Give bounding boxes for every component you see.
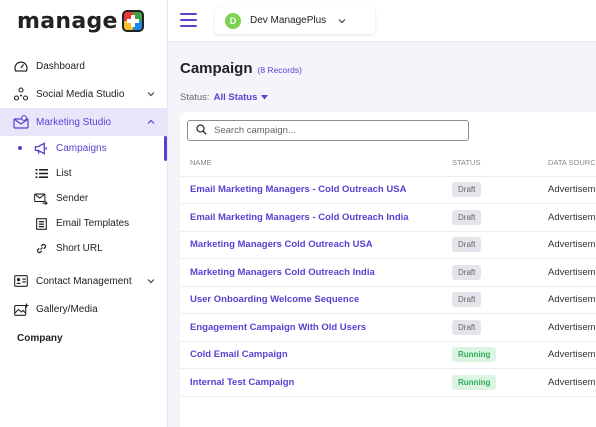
sidebar-subitem-sender[interactable]: Sender — [0, 186, 167, 211]
data-source-cell: Advertisem — [538, 231, 596, 259]
logo-plus-icon — [121, 10, 144, 32]
megaphone-icon — [34, 142, 48, 156]
table-row[interactable]: Email Marketing Managers - Cold Outreach… — [180, 203, 596, 232]
campaign-name-link[interactable]: Marketing Managers Cold Outreach India — [180, 258, 442, 287]
page-title: Campaign — [180, 60, 253, 77]
logo[interactable]: manage — [0, 0, 167, 42]
campaign-name-link[interactable]: User Onboarding Welcome Sequence — [180, 286, 442, 314]
sidebar-subitem-list[interactable]: List — [0, 161, 167, 186]
campaign-name-link[interactable]: Engagement Campaign With Old Users — [180, 313, 442, 342]
campaign-name-link[interactable]: Marketing Managers Cold Outreach USA — [180, 231, 442, 259]
list-icon — [34, 167, 48, 181]
sidebar-subitem-short-url[interactable]: Short URL — [0, 236, 167, 261]
campaign-name-link[interactable]: Email Marketing Managers - Cold Outreach… — [180, 203, 442, 232]
chevron-down-icon — [338, 15, 346, 27]
workspace-avatar: D — [225, 12, 241, 29]
table-row[interactable]: Email Marketing Managers - Cold Outreach… — [180, 176, 596, 204]
workspace-selector[interactable]: D Dev ManagePlus — [215, 7, 375, 34]
column-header-data-source[interactable]: DATA SOURC — [538, 150, 596, 177]
sidebar-subitem-label: Sender — [56, 193, 89, 204]
data-source-cell: Advertisem — [538, 368, 596, 397]
caret-down-icon[interactable] — [261, 92, 269, 103]
sidebar: manage Dashboard Social Media Studio Mar… — [0, 0, 168, 427]
column-header-name[interactable]: NAME — [180, 150, 442, 177]
data-source-cell: Advertisem — [538, 313, 596, 342]
sidebar-subitem-email-templates[interactable]: Email Templates — [0, 211, 167, 236]
chevron-up-icon — [147, 117, 155, 128]
sidebar-item-label: Gallery/Media — [36, 303, 98, 315]
active-indicator-bar — [164, 136, 167, 161]
contact-card-icon — [13, 273, 29, 289]
record-count: (8 Records) — [257, 65, 302, 75]
sidebar-item-gallery-media[interactable]: Gallery/Media — [0, 295, 167, 323]
campaign-table-card: NAME STATUS DATA SOURC Email Marketing M… — [180, 112, 596, 427]
link-icon — [34, 242, 48, 256]
sidebar-item-marketing-studio[interactable]: Marketing Studio — [0, 108, 167, 136]
status-badge: Draft — [452, 182, 482, 198]
sidebar-subitem-label: Campaigns — [56, 143, 107, 154]
template-icon — [34, 217, 48, 231]
sidebar-item-contact-management[interactable]: Contact Management — [0, 267, 167, 295]
data-source-cell: Advertisem — [538, 341, 596, 369]
active-bullet — [18, 146, 22, 150]
table-row[interactable]: Internal Test Campaign Running Advertise… — [180, 368, 596, 397]
sidebar-nav: Dashboard Social Media Studio Marketing … — [0, 52, 167, 353]
status-badge: Draft — [452, 209, 482, 225]
main-content: Campaign (8 Records) Status: All Status … — [168, 42, 596, 427]
status-filter: Status: All Status — [180, 92, 269, 103]
sidebar-item-company[interactable]: Company — [0, 323, 167, 353]
chevron-down-icon — [147, 89, 155, 100]
sidebar-subitem-label: List — [56, 168, 72, 179]
status-badge: Draft — [452, 319, 482, 335]
status-filter-label: Status: — [180, 92, 210, 103]
menu-toggle-icon[interactable] — [180, 13, 197, 27]
sender-icon — [34, 192, 48, 206]
sidebar-item-label: Dashboard — [36, 60, 85, 72]
table-row[interactable]: Engagement Campaign With Old Users Draft… — [180, 313, 596, 342]
campaign-name-link[interactable]: Email Marketing Managers - Cold Outreach… — [180, 176, 442, 204]
gallery-icon — [13, 301, 29, 317]
sidebar-subitem-label: Email Templates — [56, 218, 130, 229]
status-badge: Running — [452, 374, 497, 390]
status-badge: Running — [452, 347, 497, 363]
sidebar-subitem-campaigns[interactable]: Campaigns — [0, 136, 167, 161]
status-badge: Draft — [452, 264, 482, 280]
table-row[interactable]: Marketing Managers Cold Outreach USA Dra… — [180, 231, 596, 259]
title-row: Campaign (8 Records) — [180, 60, 302, 77]
sidebar-item-label: Social Media Studio — [36, 88, 125, 100]
table-header-row: NAME STATUS DATA SOURC — [180, 150, 596, 177]
data-source-cell: Advertisem — [538, 258, 596, 287]
status-filter-dropdown[interactable]: All Status — [214, 92, 258, 103]
status-badge: Draft — [452, 237, 482, 253]
campaign-name-link[interactable]: Internal Test Campaign — [180, 368, 442, 397]
sidebar-subitem-label: Short URL — [56, 243, 103, 254]
social-network-icon — [13, 86, 29, 102]
top-bar: D Dev ManagePlus — [168, 0, 596, 42]
search-icon — [196, 123, 207, 138]
logo-text: manage — [17, 8, 118, 34]
search-box[interactable] — [187, 120, 469, 141]
search-input[interactable] — [214, 125, 454, 136]
table-row[interactable]: Cold Email Campaign Running Advertisem — [180, 341, 596, 369]
dashboard-icon — [13, 58, 29, 74]
data-source-cell: Advertisem — [538, 203, 596, 232]
sidebar-item-dashboard[interactable]: Dashboard — [0, 52, 167, 80]
sidebar-item-label: Contact Management — [36, 275, 132, 287]
campaign-table: NAME STATUS DATA SOURC Email Marketing M… — [180, 150, 596, 397]
table-row[interactable]: Marketing Managers Cold Outreach India D… — [180, 258, 596, 287]
campaign-name-link[interactable]: Cold Email Campaign — [180, 341, 442, 369]
marketing-icon — [13, 114, 29, 130]
workspace-name: Dev ManagePlus — [250, 15, 327, 26]
status-badge: Draft — [452, 292, 482, 308]
table-row[interactable]: User Onboarding Welcome Sequence Draft A… — [180, 286, 596, 314]
data-source-cell: Advertisem — [538, 286, 596, 314]
data-source-cell: Advertisem — [538, 176, 596, 204]
sidebar-item-label: Marketing Studio — [36, 116, 112, 128]
chevron-down-icon — [147, 276, 155, 287]
column-header-status[interactable]: STATUS — [442, 150, 538, 177]
sidebar-item-social-media-studio[interactable]: Social Media Studio — [0, 80, 167, 108]
